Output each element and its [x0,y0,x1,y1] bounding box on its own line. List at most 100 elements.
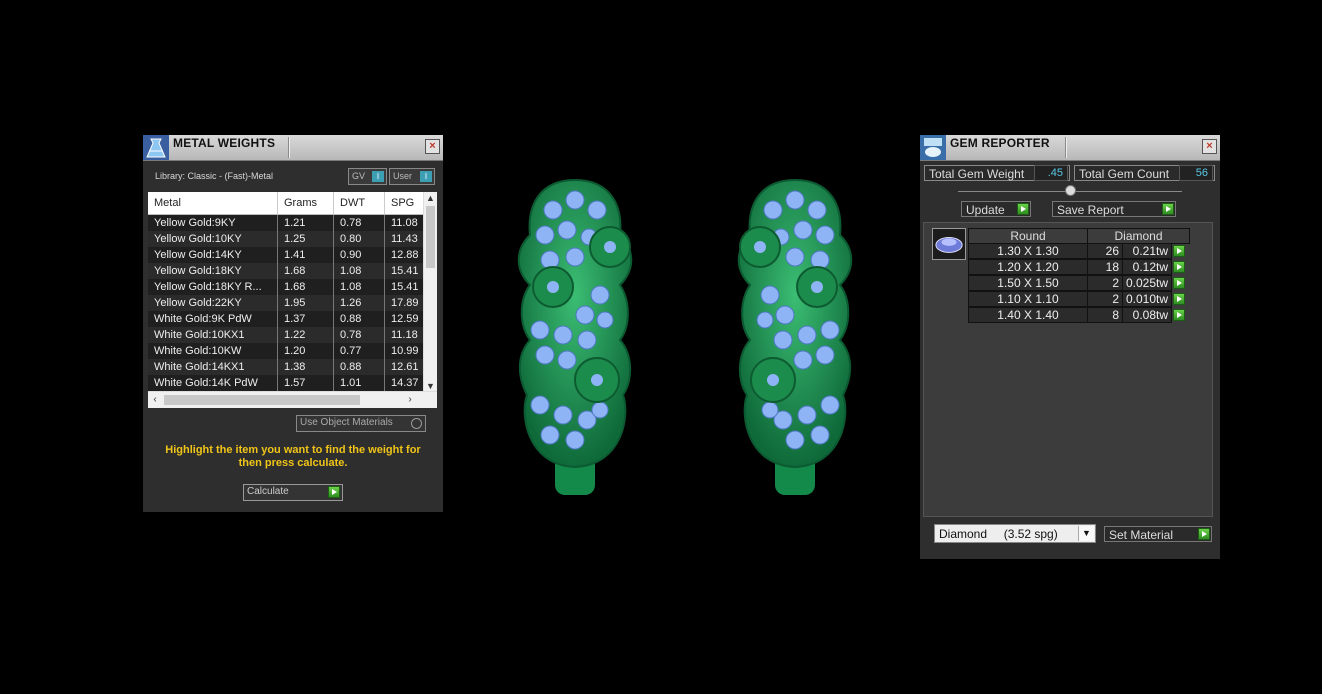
gem-size-cell: 1.50 X 1.50 [968,275,1088,291]
select-gem-arrow-icon[interactable] [1173,261,1185,273]
grams-cell: 1.37 [278,311,334,327]
grams-cell: 1.38 [278,359,334,375]
spg-cell: 15.41 [385,279,425,295]
grams-cell: 1.21 [278,215,334,231]
metal-name-cell: White Gold:14KX1 [148,359,278,375]
grams-cell: 1.95 [278,295,334,311]
earring-right[interactable] [737,178,853,495]
instruction-text: Highlight the item you want to find the … [165,444,421,469]
gem-reporter-titlebar[interactable]: GEM REPORTER × [920,135,1220,161]
material-select[interactable]: Diamond (3.52 spg) ▼ [934,524,1096,543]
table-row[interactable]: White Gold:14K PdW 1.57 1.01 14.37 [148,375,425,391]
table-row[interactable]: Yellow Gold:18KY 1.68 1.08 15.41 [148,263,425,279]
gem-reporter-panel: GEM REPORTER × Total Gem Weight .45 Tota… [920,135,1220,559]
metal-flask-icon [143,135,169,160]
gv-toggle[interactable]: GV I [348,168,387,185]
table-row[interactable]: Yellow Gold:22KY 1.95 1.26 17.89 [148,295,425,311]
play-arrow-icon[interactable] [328,486,340,498]
dwt-cell: 1.08 [334,263,385,279]
set-material-button[interactable]: Set Material [1104,526,1212,542]
table-row[interactable]: White Gold:10KW 1.20 0.77 10.99 [148,343,425,359]
scroll-thumb[interactable] [426,206,435,268]
round-gem-icon[interactable] [932,228,966,260]
calculate-button[interactable]: Calculate [243,484,343,501]
spg-cell: 10.99 [385,343,425,359]
column-header-dwt[interactable]: DWT [334,192,385,214]
table-row[interactable]: White Gold:14KX1 1.38 0.88 12.61 [148,359,425,375]
title-divider [1065,137,1067,158]
column-header-metal[interactable]: Metal [148,192,278,214]
scroll-up-icon[interactable]: ▲ [424,192,437,204]
spg-cell: 15.41 [385,263,425,279]
total-gem-count-label: Total Gem Count [1079,167,1170,181]
save-report-label: Save Report [1057,203,1124,217]
metal-name-cell: Yellow Gold:22KY [148,295,278,311]
close-icon[interactable]: × [425,139,440,154]
vertical-scrollbar[interactable]: ▲ ▼ [423,192,437,392]
gem-weight-cell: 0.12tw [1122,259,1172,275]
spg-cell: 12.61 [385,359,425,375]
dwt-cell: 0.77 [334,343,385,359]
grams-cell: 1.57 [278,375,334,391]
scroll-left-icon[interactable]: ‹ [148,392,162,408]
table-row[interactable]: Yellow Gold:18KY R... 1.68 1.08 15.41 [148,279,425,295]
metal-name-cell: Yellow Gold:10KY [148,231,278,247]
dwt-cell: 0.88 [334,359,385,375]
metal-weights-panel: METAL WEIGHTS × Library: Classic - (Fast… [143,135,443,512]
gem-list-area: Round Diamond 1.30 X 1.30 26 0.21tw 1.20 X … [923,222,1213,517]
gem-count-cell: 26 [1087,243,1123,259]
grams-cell: 1.20 [278,343,334,359]
calculate-label: Calculate [247,486,289,497]
table-row[interactable]: Yellow Gold:14KY 1.41 0.90 12.88 [148,247,425,263]
gem-size-cell: 1.40 X 1.40 [968,307,1088,323]
gem-count-cell: 8 [1087,307,1123,323]
metal-weights-title: METAL WEIGHTS [173,136,276,150]
table-row[interactable]: Yellow Gold:9KY 1.21 0.78 11.08 [148,215,425,231]
total-gem-weight-field: Total Gem Weight .45 [924,165,1070,181]
metal-table-body: Yellow Gold:9KY 1.21 0.78 11.08 Yellow Gold:… [148,215,425,391]
table-row[interactable]: White Gold:9K PdW 1.37 0.88 12.59 [148,311,425,327]
title-divider [288,137,290,158]
spg-cell: 12.59 [385,311,425,327]
play-arrow-icon[interactable] [1017,203,1029,215]
user-toggle[interactable]: User I [389,168,435,185]
metal-weights-titlebar[interactable]: METAL WEIGHTS × [143,135,443,161]
close-icon[interactable]: × [1202,139,1217,154]
horizontal-scrollbar[interactable]: ‹ › [148,391,437,408]
table-row[interactable]: Yellow Gold:10KY 1.25 0.80 11.43 [148,231,425,247]
grams-cell: 1.68 [278,279,334,295]
earring-left[interactable] [517,178,633,495]
grams-cell: 1.41 [278,247,334,263]
save-report-button[interactable]: Save Report [1052,201,1176,217]
gem-count-cell: 2 [1087,291,1123,307]
dwt-cell: 0.88 [334,311,385,327]
slider-knob[interactable] [1065,185,1076,196]
select-gem-arrow-icon[interactable] [1173,293,1185,305]
select-gem-arrow-icon[interactable] [1173,277,1185,289]
dwt-cell: 1.26 [334,295,385,311]
scroll-right-icon[interactable]: › [403,392,417,408]
update-button[interactable]: Update [961,201,1031,217]
metal-name-cell: White Gold:10KX1 [148,327,278,343]
total-gem-weight-value: .45 [1034,165,1068,181]
dwt-cell: 0.78 [334,327,385,343]
gem-weight-cell: 0.21tw [1122,243,1172,259]
table-row[interactable]: White Gold:10KX1 1.22 0.78 11.18 [148,327,425,343]
use-object-materials-option[interactable]: Use Object Materials [296,415,426,432]
viewport-3d[interactable] [505,175,865,505]
gem-size-cell: 1.30 X 1.30 [968,243,1088,259]
user-toggle-knob: I [420,171,432,182]
gem-count-cell: 18 [1087,259,1123,275]
metal-name-cell: Yellow Gold:18KY [148,263,278,279]
select-gem-arrow-icon[interactable] [1173,245,1185,257]
total-gem-count-field: Total Gem Count 56 [1074,165,1215,181]
column-header-spg[interactable]: SPG [385,192,425,214]
play-arrow-icon[interactable] [1198,528,1210,540]
column-header-grams[interactable]: Grams [278,192,334,214]
chevron-down-icon[interactable]: ▼ [1078,526,1094,541]
play-arrow-icon[interactable] [1162,203,1174,215]
select-gem-arrow-icon[interactable] [1173,309,1185,321]
metal-table: Metal Grams DWT SPG Yellow Gold:9KY 1.21 0… [148,192,437,408]
hscroll-thumb[interactable] [164,395,360,405]
radio-icon[interactable] [411,418,422,429]
